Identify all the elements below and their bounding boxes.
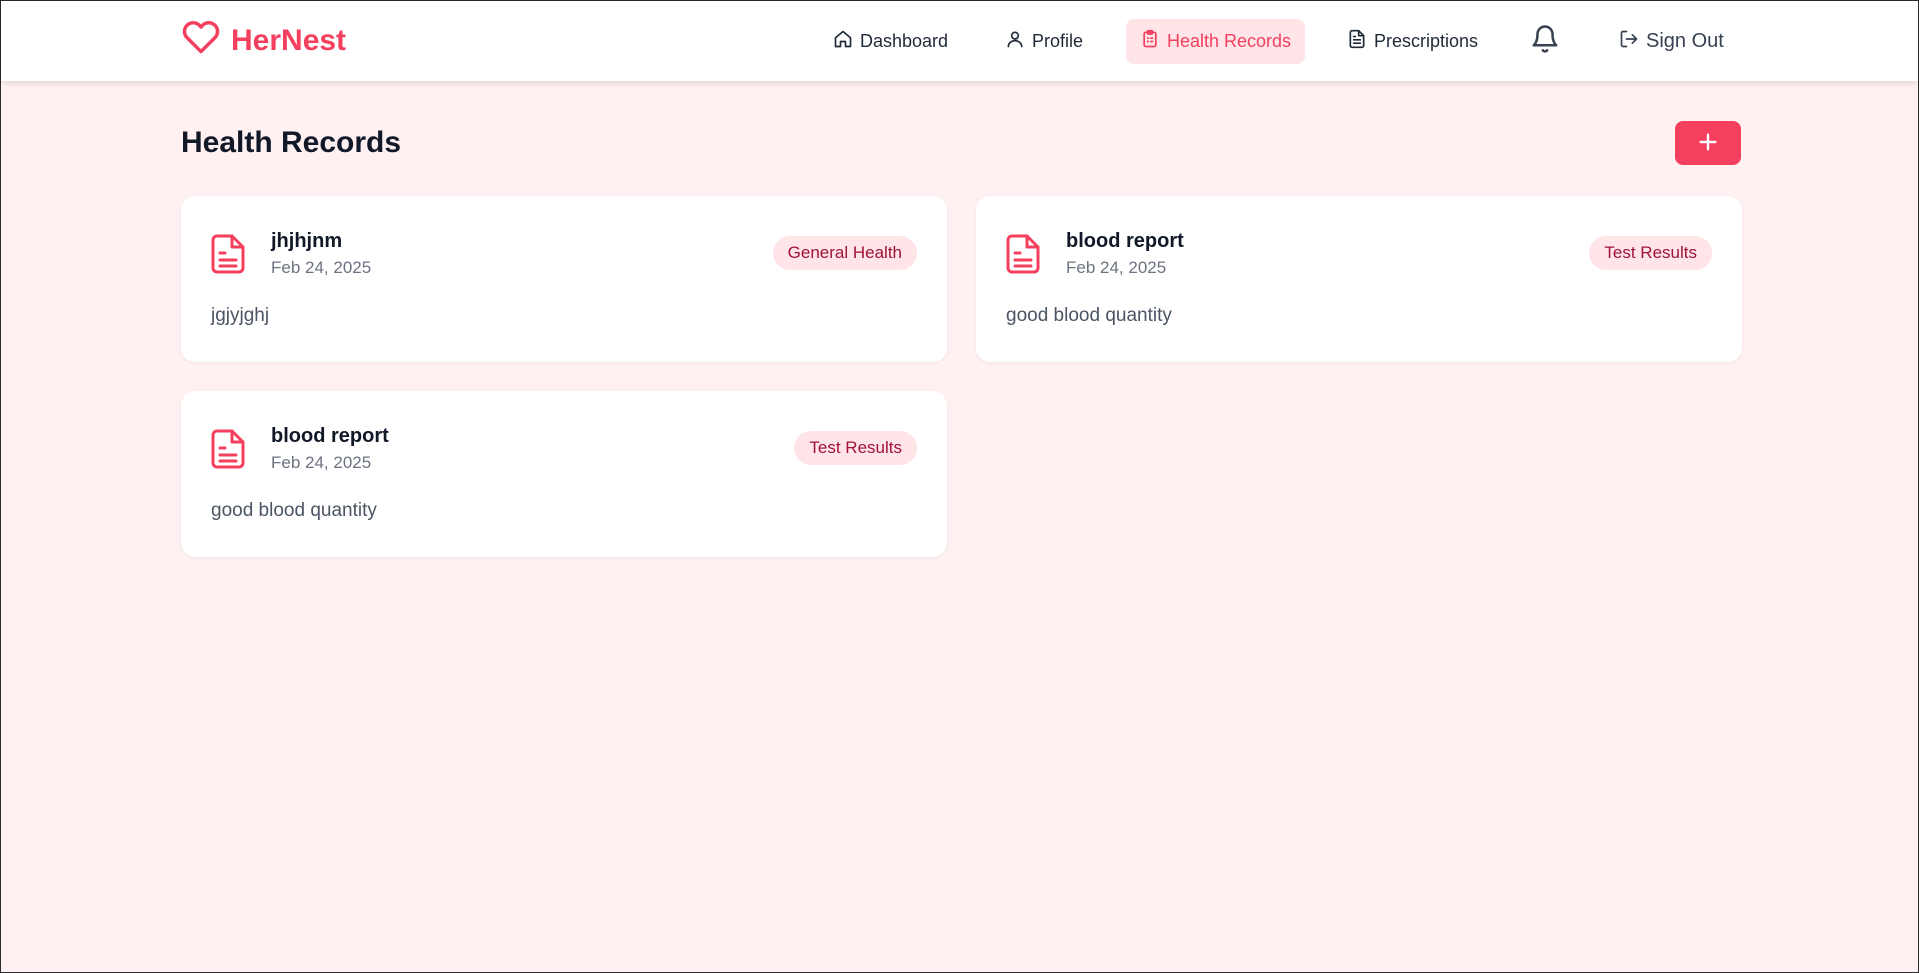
home-icon [833, 29, 853, 54]
log-out-icon [1619, 29, 1639, 55]
document-icon [211, 429, 245, 469]
add-record-button[interactable] [1675, 121, 1741, 165]
category-badge: Test Results [794, 431, 917, 465]
user-icon [1005, 29, 1025, 54]
record-date: Feb 24, 2025 [271, 453, 372, 472]
bell-icon [1530, 23, 1560, 60]
document-icon [211, 234, 245, 274]
sign-out-label: Sign Out [1646, 30, 1724, 52]
sign-out-button[interactable]: Sign Out [1605, 19, 1738, 64]
record-description: good blood quantity [211, 500, 377, 521]
category-badge: Test Results [1589, 236, 1712, 270]
notifications-button[interactable] [1527, 23, 1563, 59]
brand-logo-link[interactable]: HerNest [181, 18, 347, 64]
nav-item-dashboard[interactable]: Dashboard [819, 19, 962, 64]
file-text-icon [1347, 29, 1367, 54]
nav-item-label: Profile [1032, 31, 1084, 51]
record-date: Feb 24, 2025 [271, 258, 372, 277]
nav-item-profile[interactable]: Profile [991, 19, 1097, 64]
nav-item-label: Health Records [1167, 31, 1292, 51]
record-title: jhjhjnm [271, 230, 343, 252]
nav-item-prescriptions[interactable]: Prescriptions [1333, 19, 1492, 64]
plus-icon [1697, 131, 1719, 156]
page-title: Health Records [181, 126, 402, 159]
record-card[interactable]: jhjhjnm Feb 24, 2025 General Health jgjy… [181, 196, 947, 362]
nav-item-health-records[interactable]: Health Records [1126, 19, 1306, 64]
record-card[interactable]: blood report Feb 24, 2025 Test Results g… [976, 196, 1742, 362]
brand-name: HerNest [231, 24, 347, 57]
record-date: Feb 24, 2025 [1066, 258, 1167, 277]
record-card[interactable]: blood report Feb 24, 2025 Test Results g… [181, 391, 947, 557]
clipboard-icon [1140, 29, 1160, 54]
record-description: jgjyjghj [211, 305, 270, 326]
top-navbar: HerNest Dashboard Profile Health Records… [1, 1, 1918, 81]
nav-item-label: Prescriptions [1374, 31, 1479, 51]
record-description: good blood quantity [1006, 305, 1172, 326]
nav-item-label: Dashboard [860, 31, 949, 51]
category-badge: General Health [772, 236, 917, 270]
heart-icon [181, 18, 221, 64]
document-icon [1006, 234, 1040, 274]
record-title: blood report [1066, 230, 1184, 252]
record-title: blood report [271, 425, 389, 447]
